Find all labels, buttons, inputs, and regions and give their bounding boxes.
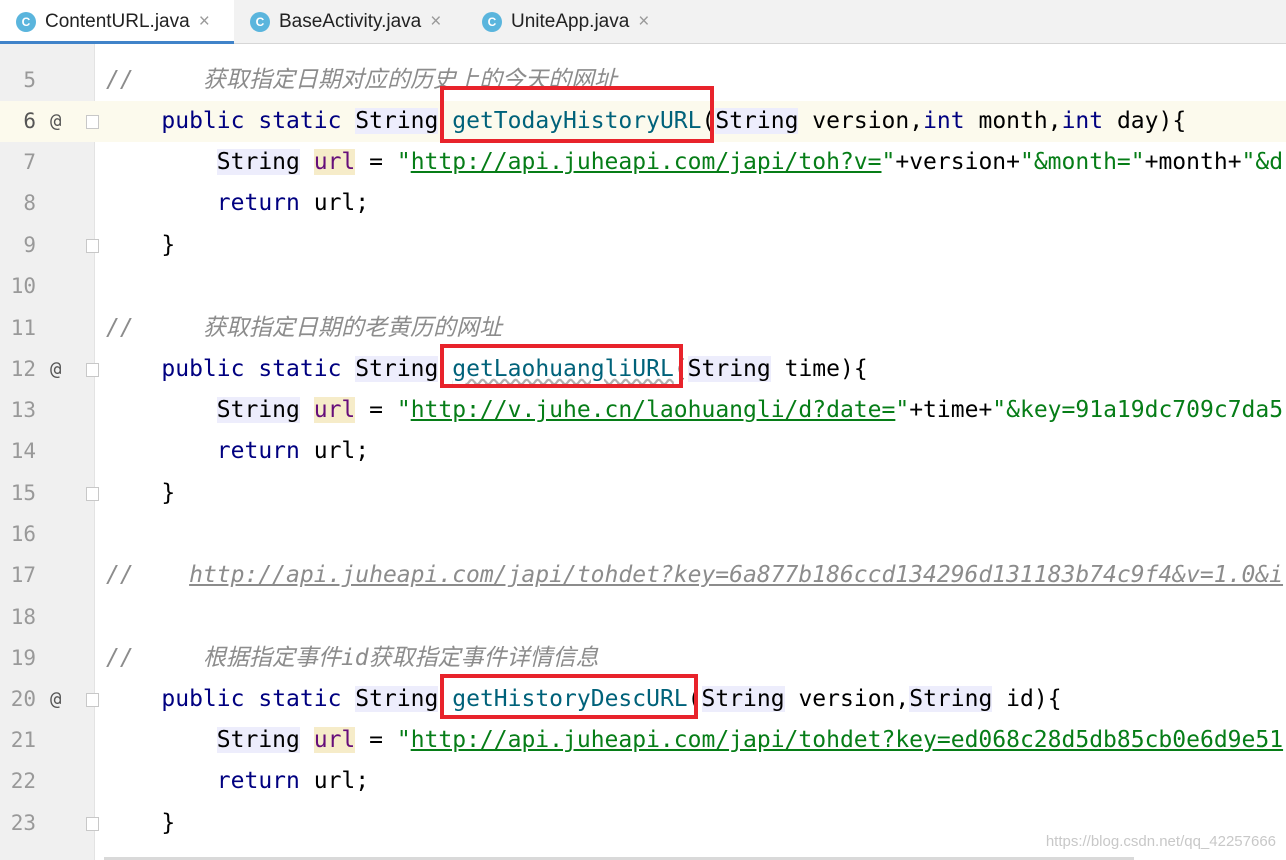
code-text: String url = "http://api.juheapi.com/jap… [216, 727, 1284, 753]
line-number: 11 [10, 316, 36, 340]
code-text: } [161, 810, 176, 836]
watermark: https://blog.csdn.net/qq_42257666 [1045, 833, 1276, 850]
highlight-box-today-history [440, 86, 714, 143]
java-class-icon: C [250, 11, 270, 32]
tab-baseactivity[interactable]: C BaseActivity.java × [234, 0, 466, 43]
tab-label: UniteApp.java [511, 10, 630, 32]
line-number: 21 [10, 728, 36, 752]
code-line: 14 return url; [0, 431, 1286, 472]
line-number: 14 [10, 439, 36, 463]
comment: 根据指定事件id获取指定事件详情信息 [202, 645, 599, 671]
line-number: 18 [10, 605, 36, 629]
code-text: String url = "http://api.juheapi.com/jap… [216, 149, 1284, 175]
tab-label: BaseActivity.java [279, 10, 422, 32]
line-number: 5 [23, 68, 36, 92]
code-line: 10 [0, 266, 1286, 307]
code-text: return url; [216, 190, 370, 216]
tab-uniteapp[interactable]: C UniteApp.java × [466, 0, 676, 43]
java-class-icon: C [482, 11, 502, 32]
close-tab-icon[interactable]: × [199, 11, 210, 33]
code-text: return url; [216, 768, 370, 794]
line-number: 13 [10, 398, 36, 422]
code-line: 16 [0, 514, 1286, 555]
code-line: 7 String url = "http://api.juheapi.com/j… [0, 142, 1286, 183]
line-number: 12 [10, 357, 36, 381]
url-link[interactable]: http://api.juheapi.com/japi/toh?v= [411, 149, 882, 175]
fold-icon[interactable] [86, 817, 99, 831]
code-text: // 根据指定事件id获取指定事件详情信息 [106, 645, 599, 671]
code-line: 21 String url = "http://api.juheapi.com/… [0, 720, 1286, 761]
code-text: } [161, 232, 176, 258]
close-tab-icon[interactable]: × [638, 11, 649, 33]
line-number: 16 [10, 522, 36, 546]
highlight-box-history-desc [440, 674, 698, 719]
line-number: 22 [10, 769, 36, 793]
editor-tab-bar: C ContentURL.java × C BaseActivity.java … [0, 0, 1286, 44]
fold-icon[interactable] [86, 239, 99, 253]
code-line: 22 return url; [0, 761, 1286, 802]
code-line: 15 } [0, 473, 1286, 514]
comment-url[interactable]: http://api.juheapi.com/japi/tohdet?key=6… [189, 562, 1283, 588]
line-number: 6 [23, 109, 36, 133]
line-number: 17 [10, 563, 36, 587]
code-line: 17 // http://api.juheapi.com/japi/tohdet… [0, 555, 1286, 596]
code-line: 8 return url; [0, 183, 1286, 224]
override-marker-icon[interactable]: @ [50, 101, 61, 142]
line-number: 15 [10, 481, 36, 505]
fold-icon[interactable] [86, 115, 99, 129]
code-text: String url = "http://v.juhe.cn/laohuangl… [216, 397, 1284, 423]
line-number: 20 [10, 687, 36, 711]
line-number: 10 [10, 274, 36, 298]
comment: 获取指定日期的老黄历的网址 [202, 315, 502, 341]
line-number: 9 [23, 233, 36, 257]
tab-contenturl[interactable]: C ContentURL.java × [0, 0, 234, 44]
override-marker-icon[interactable]: @ [50, 679, 61, 720]
fold-icon[interactable] [86, 487, 99, 501]
close-tab-icon[interactable]: × [430, 11, 441, 33]
code-text: } [161, 480, 176, 506]
tab-label: ContentURL.java [45, 10, 190, 32]
code-text: // http://api.juheapi.com/japi/tohdet?ke… [106, 562, 1284, 588]
line-number: 8 [23, 191, 36, 215]
line-number: 23 [10, 811, 36, 835]
fold-icon[interactable] [86, 363, 99, 377]
code-line: 18 [0, 597, 1286, 638]
code-text: // 获取指定日期的老黄历的网址 [106, 315, 502, 341]
code-line: 11 // 获取指定日期的老黄历的网址 [0, 308, 1286, 349]
code-line: 19 // 根据指定事件id获取指定事件详情信息 [0, 638, 1286, 679]
code-text: return url; [216, 438, 370, 464]
line-number: 7 [23, 150, 36, 174]
fold-icon[interactable] [86, 693, 99, 707]
url-link[interactable]: http://api.juheapi.com/japi/tohdet?key=e… [411, 727, 1283, 753]
override-marker-icon[interactable]: @ [50, 349, 61, 390]
line-number: 19 [10, 646, 36, 670]
highlight-box-laohuangli [440, 344, 683, 388]
url-link[interactable]: http://v.juhe.cn/laohuangli/d?date= [411, 397, 896, 423]
java-class-icon: C [16, 11, 36, 32]
code-line: 9 } [0, 225, 1286, 266]
code-line: 13 String url = "http://v.juhe.cn/laohua… [0, 390, 1286, 431]
